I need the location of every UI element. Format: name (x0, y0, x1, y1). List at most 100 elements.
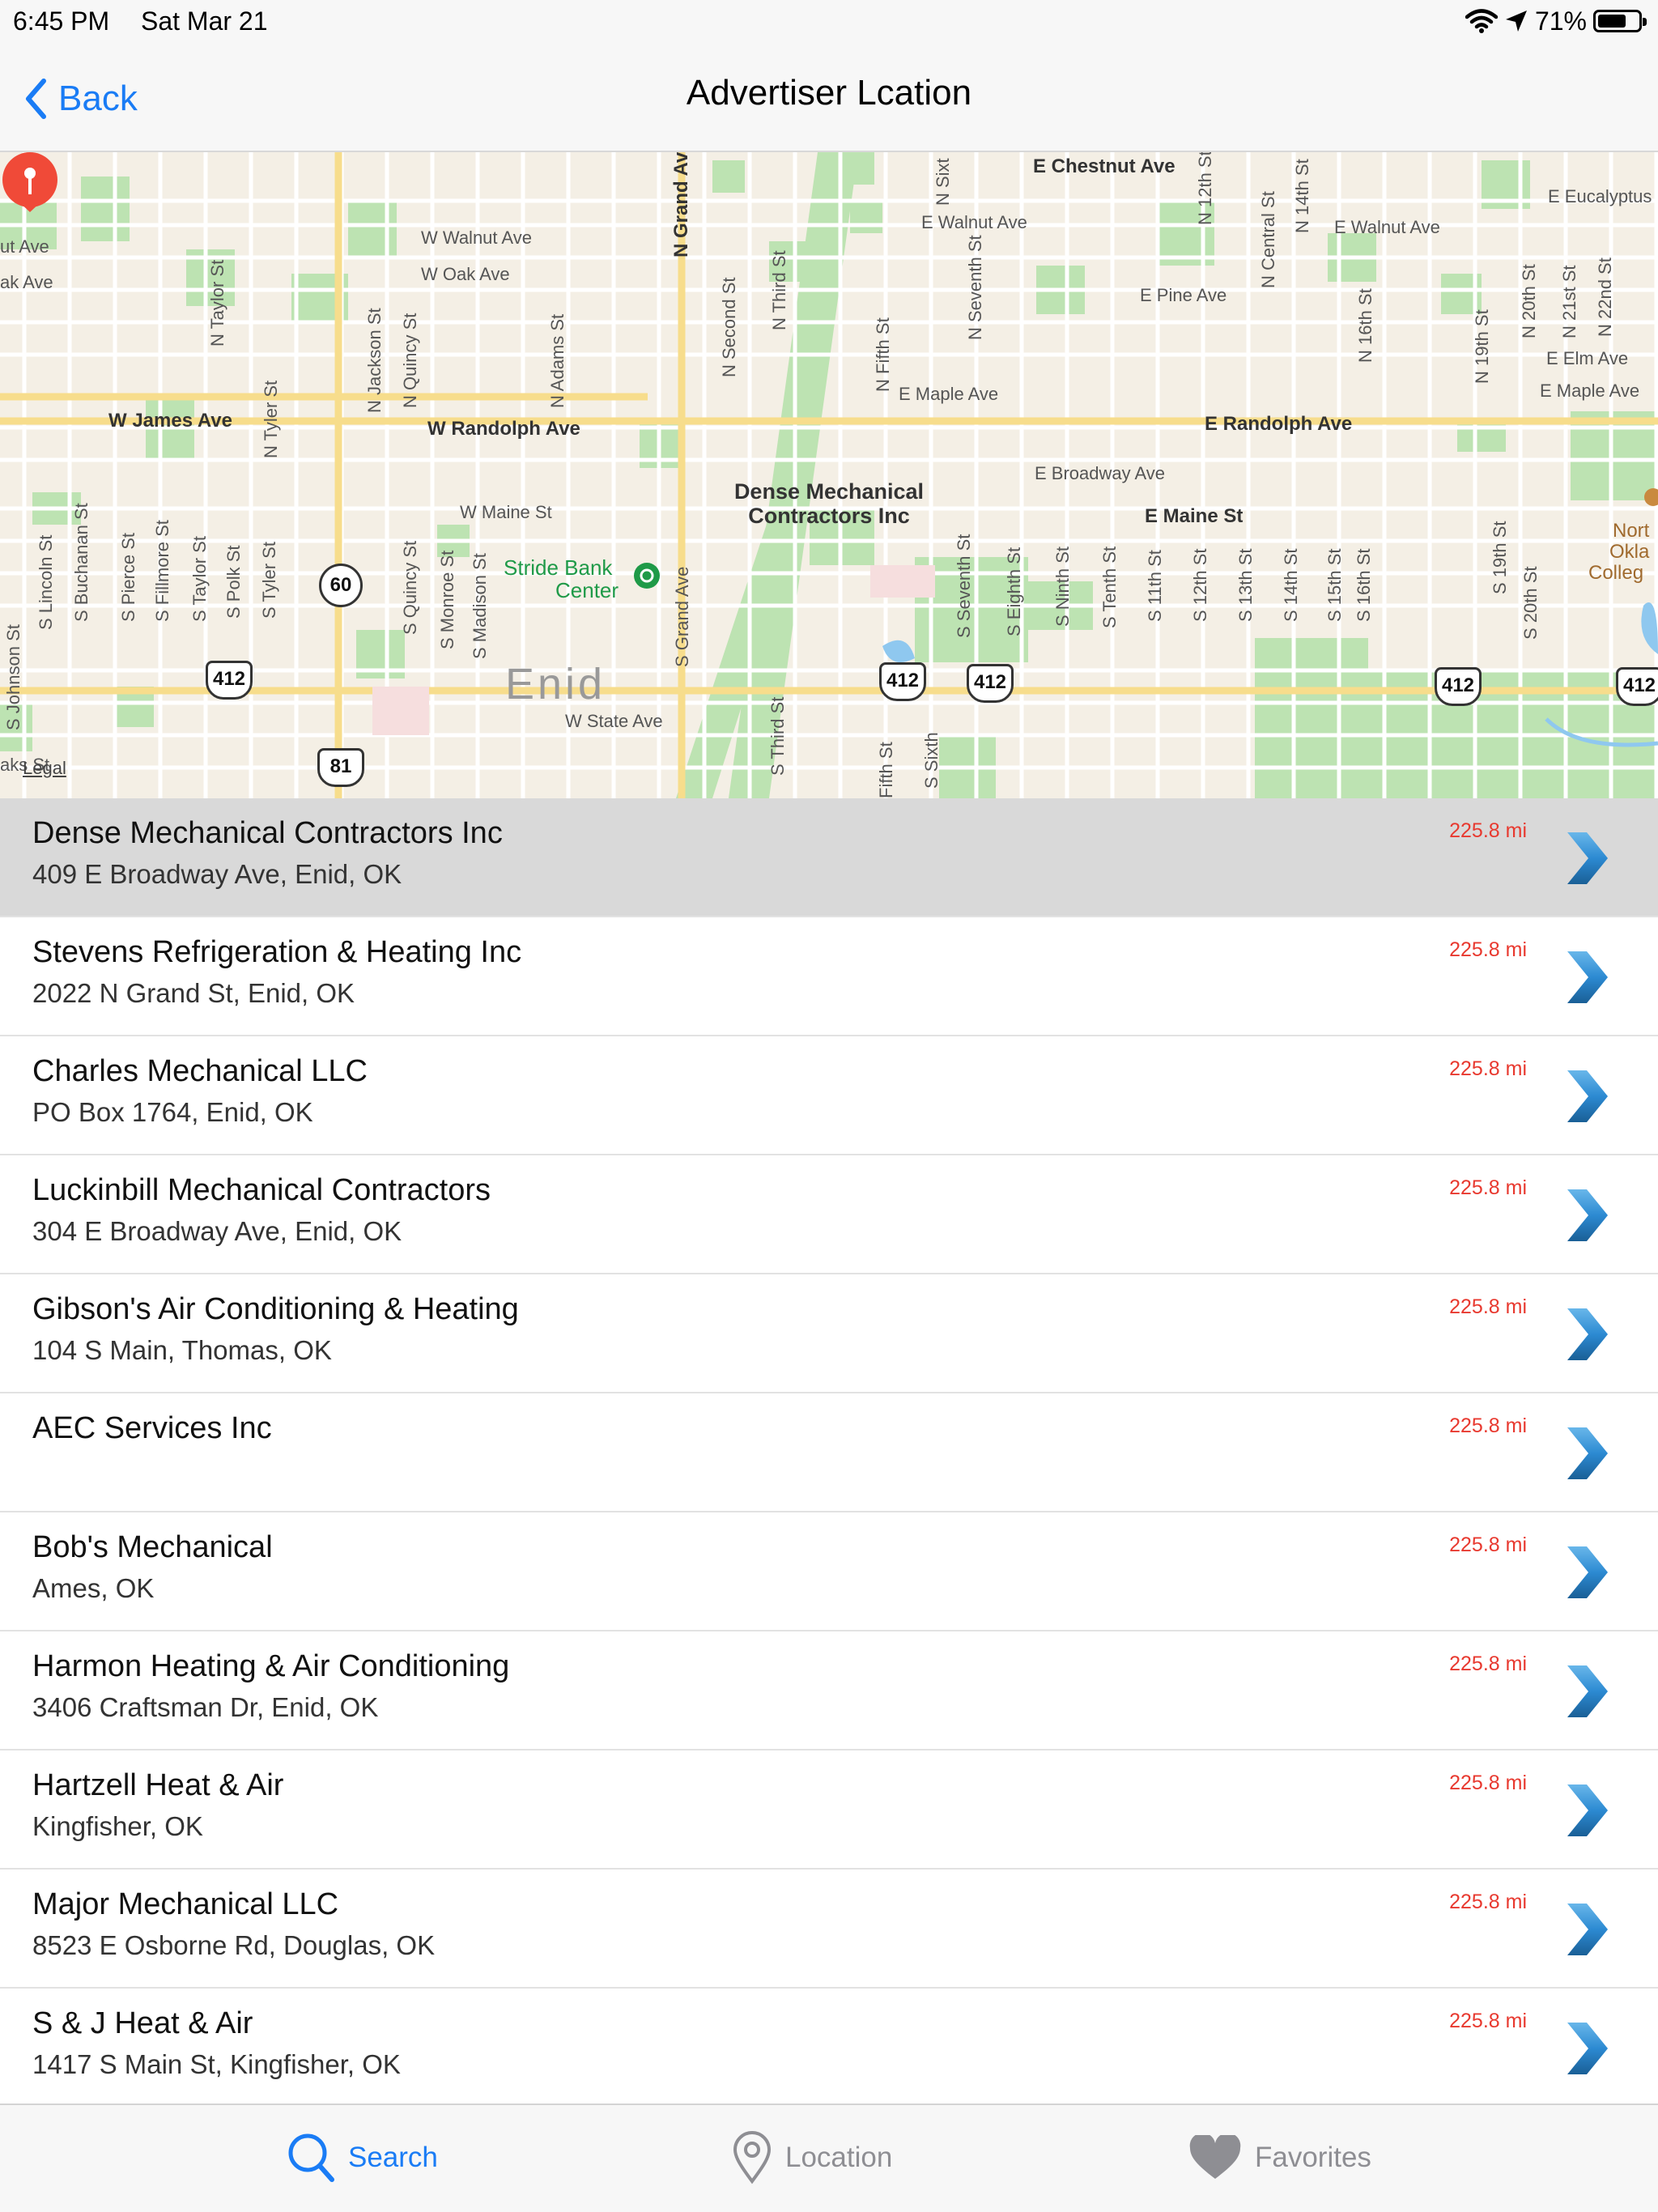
street-label: N Adams St (547, 313, 568, 408)
street-label: N Seventh St (965, 235, 985, 340)
status-bar: 6:45 PM Sat Mar 21 71% (0, 0, 1658, 42)
location-arrow-icon (1505, 11, 1527, 32)
street-label: S Pierce St (118, 532, 138, 622)
arena-icon (634, 563, 660, 589)
college-icon (1644, 488, 1658, 506)
college-label: Colleg (1588, 562, 1644, 584)
list-item[interactable]: Harmon Heating & Air Conditioning 3406 Cr… (0, 1631, 1658, 1750)
tab-location[interactable]: Location (732, 2129, 892, 2186)
list-item[interactable]: S & J Heat & Air 1417 S Main St, Kingfish… (0, 1989, 1658, 2104)
street-label: S Monroe St (437, 550, 457, 649)
advertiser-name: Stevens Refrigeration & Heating Inc (32, 935, 522, 969)
street-label: N Grand Av (670, 152, 692, 257)
battery-percent: 71% (1534, 6, 1587, 36)
street-label: N 14th St (1292, 159, 1312, 233)
advertiser-name: Major Mechanical LLC (32, 1887, 339, 1921)
street-label: S Tenth St (1099, 546, 1120, 628)
distance-label: 225.8 mi (1449, 1176, 1527, 1199)
street-label: W Oak Ave (421, 264, 510, 284)
battery-icon (1593, 10, 1647, 32)
street-label: S Eighth St (1004, 547, 1024, 636)
chevron-right-icon[interactable] (1562, 948, 1611, 1006)
advertiser-name: AEC Services Inc (32, 1411, 272, 1445)
results-list[interactable]: Dense Mechanical Contractors Inc 409 E Br… (0, 798, 1658, 2104)
chevron-right-icon[interactable] (1562, 829, 1611, 887)
list-item[interactable]: Bob's Mechanical Ames, OK 225.8 mi (0, 1512, 1658, 1631)
street-label: S 14th St (1281, 548, 1301, 622)
street-label: N Taylor St (207, 259, 227, 347)
chevron-right-icon[interactable] (1562, 1900, 1611, 1959)
advertiser-name: Gibson's Air Conditioning & Heating (32, 1292, 519, 1326)
street-label: ut Ave (0, 236, 49, 257)
college-label: Nort (1613, 520, 1650, 542)
advertiser-address: 3406 Craftsman Dr, Enid, OK (32, 1692, 379, 1722)
street-label: E Chestnut Ave (1033, 155, 1175, 177)
street-label: N Fifth St (873, 317, 893, 392)
distance-label: 225.8 mi (1449, 2010, 1527, 2032)
pin-label-line: Dense Mechanical (733, 479, 925, 504)
chevron-right-icon[interactable] (1562, 1186, 1611, 1244)
wifi-icon (1465, 9, 1498, 33)
street-label: E Maine St (1145, 505, 1244, 527)
list-item[interactable]: Hartzell Heat & Air Kingfisher, OK 225.8 m… (0, 1750, 1658, 1870)
advertiser-name: Luckinbill Mechanical Contractors (32, 1173, 491, 1207)
street-label: S Seventh St (954, 534, 974, 638)
chevron-right-icon[interactable] (1562, 1543, 1611, 1602)
pin-label: Dense Mechanical Contractors Inc (708, 479, 950, 528)
street-label: W Walnut Ave (421, 228, 532, 248)
map-view[interactable]: W Walnut Ave W Oak Ave W James Ave W Ran… (0, 152, 1658, 798)
chevron-right-icon[interactable] (1562, 1662, 1611, 1721)
navigation-bar: Back Advertiser Lcation (0, 42, 1658, 152)
us-412-shield: 412 (1435, 667, 1482, 706)
list-item[interactable]: AEC Services Inc 225.8 mi (0, 1393, 1658, 1512)
us-412-shield: 412 (879, 662, 926, 701)
map-canvas (0, 152, 1658, 798)
legal-link[interactable]: Legal (23, 758, 66, 779)
street-label: E Walnut Ave (921, 212, 1027, 232)
distance-label: 225.8 mi (1449, 1653, 1527, 1675)
street-label: E Elm Ave (1546, 348, 1629, 368)
street-label: S Taylor St (189, 536, 210, 622)
tab-bar: Search Location Favorites (0, 2104, 1658, 2212)
street-label: E Pine Ave (1140, 285, 1227, 305)
advertiser-address: 1417 S Main St, Kingfisher, OK (32, 2049, 401, 2079)
street-label: W State Ave (565, 711, 663, 731)
advertiser-address: 2022 N Grand St, Enid, OK (32, 978, 355, 1008)
chevron-right-icon[interactable] (1562, 1305, 1611, 1363)
tab-search[interactable]: Search (287, 2129, 438, 2186)
chevron-right-icon[interactable] (1562, 2019, 1611, 2078)
chevron-right-icon[interactable] (1562, 1424, 1611, 1482)
street-label: W James Ave (108, 410, 232, 432)
tab-label: Favorites (1255, 2142, 1371, 2173)
chevron-right-icon[interactable] (1562, 1781, 1611, 1840)
state-60-shield: 60 (319, 564, 363, 607)
street-label: E Walnut Ave (1334, 217, 1440, 237)
location-pin-icon (733, 2131, 772, 2184)
list-item[interactable]: Gibson's Air Conditioning & Heating 104 S… (0, 1274, 1658, 1393)
tab-favorites[interactable]: Favorites (1188, 2129, 1371, 2186)
list-item[interactable]: Charles Mechanical LLC PO Box 1764, Enid,… (0, 1036, 1658, 1155)
street-label: N 12th St (1195, 152, 1215, 225)
poi-label: Center (555, 578, 619, 602)
street-label: E Randolph Ave (1205, 413, 1353, 435)
list-item[interactable]: Dense Mechanical Contractors Inc 409 E Br… (0, 798, 1658, 917)
map-pin-icon[interactable] (0, 152, 60, 212)
tab-label: Location (785, 2142, 893, 2173)
list-item[interactable]: Major Mechanical LLC 8523 E Osborne Rd, D… (0, 1870, 1658, 1989)
street-label: N Third St (769, 250, 789, 330)
list-item[interactable]: Stevens Refrigeration & Heating Inc 2022 … (0, 917, 1658, 1036)
street-label: S Third St (767, 696, 788, 776)
advertiser-name: Hartzell Heat & Air (32, 1768, 284, 1802)
pin-label-line: Contractors Inc (748, 504, 910, 528)
us-412-shield: 412 (1616, 667, 1658, 706)
street-label: Fifth St (876, 742, 896, 798)
street-label: S Lincoln St (36, 534, 56, 630)
battery-level (1598, 15, 1626, 28)
street-label: S 16th St (1354, 548, 1374, 622)
advertiser-address: PO Box 1764, Enid, OK (32, 1097, 313, 1127)
us-412-shield: 412 (206, 661, 253, 700)
chevron-right-icon[interactable] (1562, 1067, 1611, 1125)
search-icon (288, 2133, 334, 2182)
list-item[interactable]: Luckinbill Mechanical Contractors 304 E B… (0, 1155, 1658, 1274)
street-label: S Quincy St (400, 540, 420, 635)
